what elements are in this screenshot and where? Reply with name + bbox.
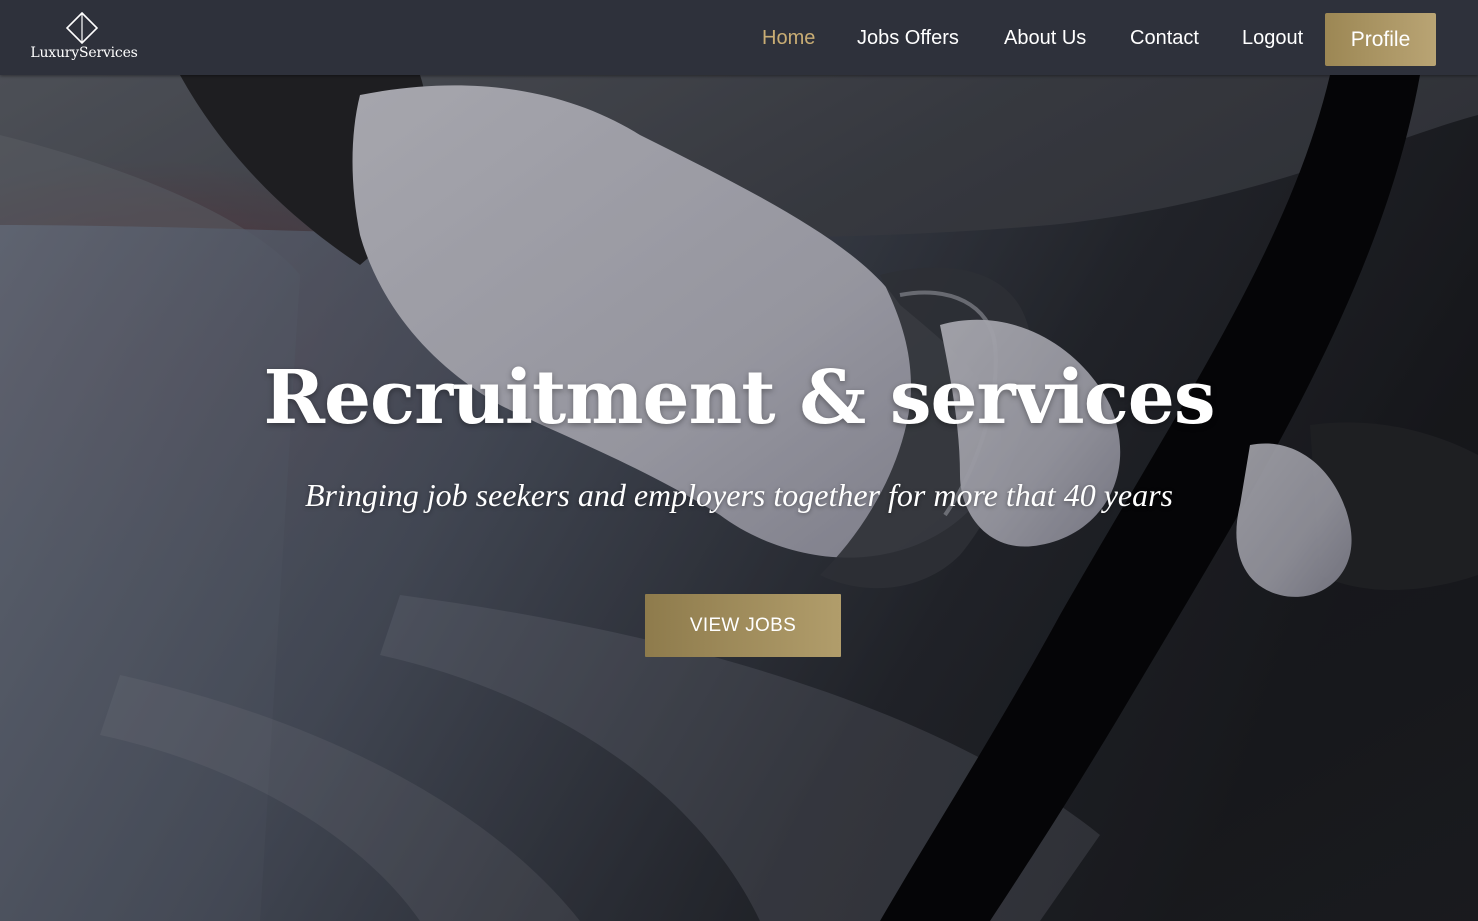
brand-logo-link[interactable]: LuxuryServices xyxy=(29,12,139,67)
nav-home-link[interactable]: Home xyxy=(762,24,815,52)
nav-about-us-link[interactable]: About Us xyxy=(1004,24,1086,52)
nav-contact-link[interactable]: Contact xyxy=(1130,24,1199,52)
view-jobs-button[interactable]: VIEW JOBS xyxy=(645,594,841,657)
hero-title: Recruitment & services xyxy=(263,355,1215,441)
page: LuxuryServices Home Jobs Offers About Us… xyxy=(0,0,1478,921)
brand-name: LuxuryServices xyxy=(30,45,138,61)
diamond-outline-icon xyxy=(66,12,98,44)
top-navbar: LuxuryServices Home Jobs Offers About Us… xyxy=(0,0,1478,75)
nav-logout-link[interactable]: Logout xyxy=(1242,24,1303,52)
nav-jobs-offers-link[interactable]: Jobs Offers xyxy=(857,24,959,52)
profile-button[interactable]: Profile xyxy=(1325,13,1436,66)
hero-subtitle: Bringing job seekers and employers toget… xyxy=(304,477,1173,513)
hero-section: Recruitment & services Bringing job seek… xyxy=(0,75,1478,921)
